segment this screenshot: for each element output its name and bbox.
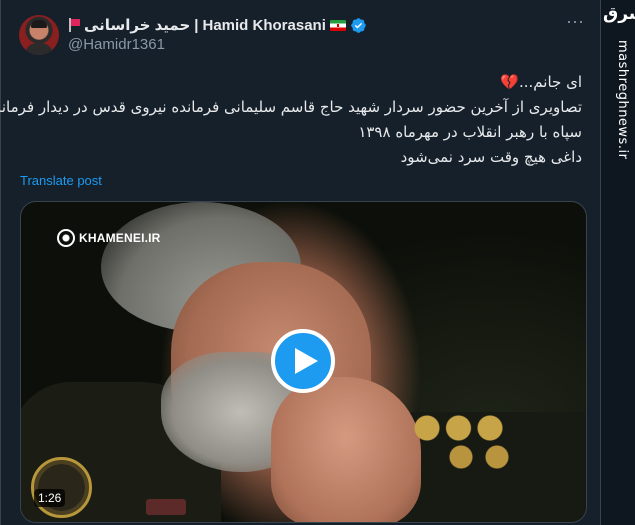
display-name-persian: حمید خراسانی [84,17,191,34]
name-separator: | [194,16,199,34]
tweet-line-3: سپاه با رهبر انقلاب در مهرماه ۱۳۹۸ [358,123,582,141]
author-handle[interactable]: @Hamidr1361 [68,36,165,53]
tweet-text: ای جانم...💔 تصاویری از آخرین حضور سردار … [0,70,582,170]
more-options-icon[interactable]: ··· [560,12,590,36]
tweet-screenshot: مشرق mashreghnews.ir حمید خراسانی | Hami… [0,0,635,525]
tweet-line-4: داغی هیچ وقت سرد نمی‌شود [400,148,582,166]
mashregh-logo: مشرق [603,4,635,24]
play-icon [294,348,318,374]
red-flag-icon [68,18,80,32]
tweet-line-1: ای جانم...💔 [500,73,582,91]
verified-badge-icon [351,17,366,33]
avatar[interactable] [19,15,59,55]
video-player[interactable]: KHAMENEI.IR 1:26 [20,201,587,523]
khamenei-emblem-icon [57,229,75,247]
tweet-line-2: تصاویری از آخرین حضور سردار شهید حاج قاس… [0,98,582,116]
author-name-row[interactable]: حمید خراسانی | Hamid Khorasani [68,15,367,35]
display-name: Hamid Khorasani [202,16,326,34]
site-watermark: mashreghnews.ir [615,40,630,160]
timeline-border-left [0,0,1,525]
uniform-insignia [31,457,92,518]
video-duration: 1:26 [34,489,66,507]
play-button[interactable] [271,329,335,393]
translate-post-link[interactable]: Translate post [20,173,102,188]
khamenei-logo-text: KHAMENEI.IR [79,231,161,245]
iran-flag-icon [329,19,346,31]
khamenei-logo: KHAMENEI.IR [57,229,161,247]
